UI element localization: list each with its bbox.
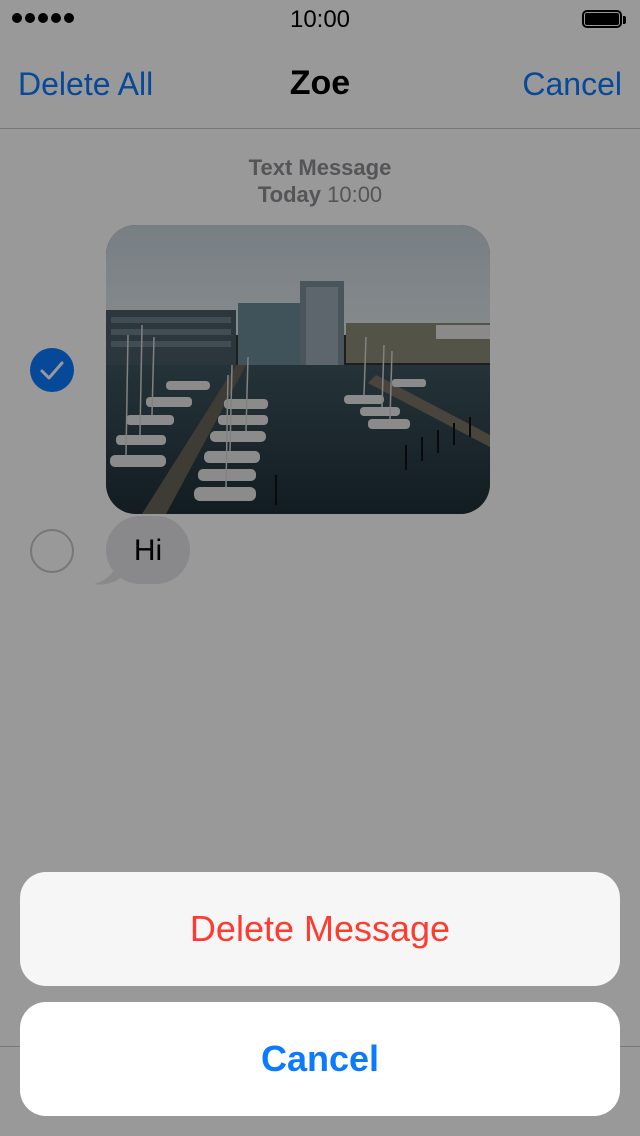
cancel-button[interactable]: Cancel [20, 1002, 620, 1116]
cancel-label: Cancel [260, 1038, 380, 1079]
delete-message-button[interactable]: Delete Message [20, 872, 620, 986]
delete-message-label: Delete Message [189, 908, 451, 949]
